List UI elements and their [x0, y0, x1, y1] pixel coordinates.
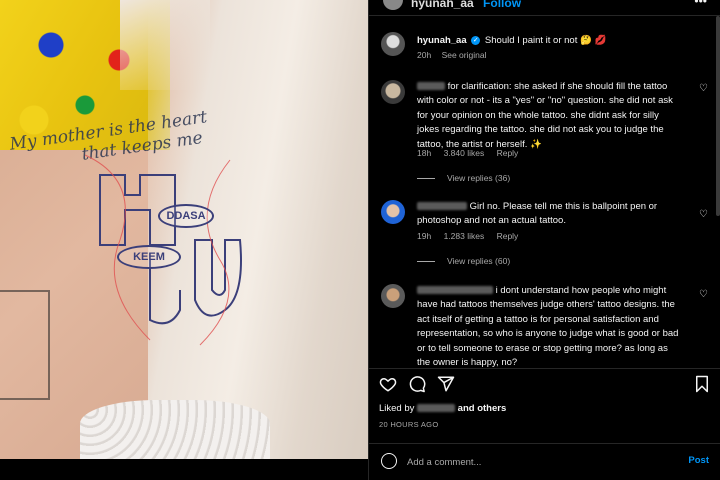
view-replies-label[interactable]: View replies (60) — [447, 256, 510, 266]
comment-line: representation, so who is anyone to judg… — [417, 328, 679, 340]
fur-garment — [80, 400, 270, 459]
caption-meta: 20h See original — [417, 48, 606, 62]
comment-like-heart-icon[interactable]: ♡ — [699, 84, 709, 94]
heart-icon[interactable] — [379, 375, 397, 393]
divider-line — [417, 261, 435, 263]
comment-text: for clarification: she asked if she shou… — [417, 80, 697, 152]
image-bottom-strip — [0, 459, 368, 480]
arm-tattoo — [0, 290, 50, 400]
add-comment-bar: Post — [369, 443, 720, 480]
comment-likes[interactable]: 1.283 likes — [444, 231, 485, 241]
comment-line: act itself of getting a tattoo is for pe… — [417, 313, 659, 325]
post-detail-panel: hyunah_aa Follow ••• hyunah_aa ✓ Should … — [368, 0, 720, 480]
verified-badge-icon: ✓ — [471, 35, 481, 45]
comment-line: for clarification: she asked if she shou… — [447, 81, 668, 92]
more-options-icon[interactable]: ••• — [694, 0, 707, 8]
post-actions-bar — [369, 368, 720, 398]
comment-text: Girl no. Please tell me this is ballpoin… — [417, 200, 697, 229]
tattoo-oval-ddasa: DDASA — [158, 204, 214, 228]
blurred-username — [417, 286, 493, 295]
comment-avatar[interactable] — [381, 200, 405, 224]
liked-by-row: Liked by and others — [379, 403, 506, 414]
comment-avatar[interactable] — [381, 80, 405, 104]
comment-icon[interactable] — [408, 375, 426, 393]
comment-line: i dont understand how people who might — [495, 285, 667, 296]
reply-button[interactable]: Reply — [497, 148, 519, 158]
caption-username[interactable]: hyunah_aa — [417, 35, 467, 46]
comments-scrollbar[interactable] — [716, 16, 720, 216]
view-replies-label[interactable]: View replies (36) — [447, 173, 510, 183]
header-username-text[interactable]: hyunah_aa — [411, 0, 474, 10]
view-replies-button[interactable]: View replies (36) — [417, 173, 510, 183]
share-icon[interactable] — [437, 375, 455, 393]
see-original-link[interactable]: See original — [442, 50, 487, 60]
blurred-liker-username[interactable] — [417, 404, 456, 413]
bookmark-icon[interactable] — [693, 375, 711, 393]
liked-by-prefix: Liked by — [379, 403, 415, 414]
comment-likes[interactable]: 3.840 likes — [444, 148, 485, 158]
caption-text: Should I paint it or not 🤔 💋 — [484, 35, 607, 46]
post-header: hyunah_aa Follow ••• — [369, 0, 720, 16]
comment-line: or to tell someone to erase or stop gett… — [417, 342, 668, 354]
comment-line: have had tattoos themselves judge others… — [417, 299, 675, 311]
comment-meta: 19h 1.283 likes Reply — [417, 231, 528, 241]
comment-input[interactable] — [407, 453, 667, 471]
comment-item: i dont understand how people who might h… — [381, 284, 711, 368]
comment-line: Girl no. Please tell me this is ballpoin… — [469, 201, 658, 212]
post-button[interactable]: Post — [688, 455, 709, 466]
comment-time: 19h — [417, 231, 432, 241]
post-caption: hyunah_aa ✓ Should I paint it or not 🤔 💋… — [381, 30, 711, 70]
post-date: 20 HOURS AGO — [379, 420, 439, 429]
comment-line: photoshop and not an actual tattoo. — [417, 215, 566, 227]
follow-button[interactable]: Follow — [483, 0, 521, 10]
header-username[interactable]: hyunah_aa Follow — [411, 0, 521, 10]
liked-by-others-link[interactable]: and others — [458, 403, 507, 414]
view-replies-button[interactable]: View replies (60) — [417, 256, 510, 266]
comment-time: 18h — [417, 148, 432, 158]
reply-button[interactable]: Reply — [497, 231, 519, 241]
blurred-username — [417, 82, 445, 91]
comment-item: Girl no. Please tell me this is ballpoin… — [381, 200, 711, 270]
comment-text: i dont understand how people who might h… — [417, 284, 697, 370]
caption-time: 20h — [417, 50, 432, 60]
comment-line: with color or not - its a "yes" or "no" … — [417, 95, 673, 107]
comment-like-heart-icon[interactable]: ♡ — [699, 210, 709, 220]
comment-line: for your opinion on the whole tattoo. sh… — [417, 109, 659, 121]
comment-meta: 18h 3.840 likes Reply — [417, 148, 528, 158]
comment-line: jokes regarding the tattoo. she did not … — [417, 124, 664, 136]
caption-text-block: hyunah_aa ✓ Should I paint it or not 🤔 💋… — [417, 34, 606, 62]
tattoo-oval-keem: KEEM — [117, 245, 181, 269]
comment-like-heart-icon[interactable]: ♡ — [699, 290, 709, 300]
blurred-username — [417, 202, 467, 211]
emoji-icon[interactable] — [381, 453, 397, 469]
caption-avatar[interactable] — [381, 32, 405, 56]
divider-line — [417, 178, 435, 180]
post-image[interactable]: My mother is the heart that keeps me DDA… — [0, 0, 368, 459]
comment-avatar[interactable] — [381, 284, 405, 308]
header-avatar[interactable] — [383, 0, 403, 10]
comment-item: for clarification: she asked if she shou… — [381, 80, 711, 190]
